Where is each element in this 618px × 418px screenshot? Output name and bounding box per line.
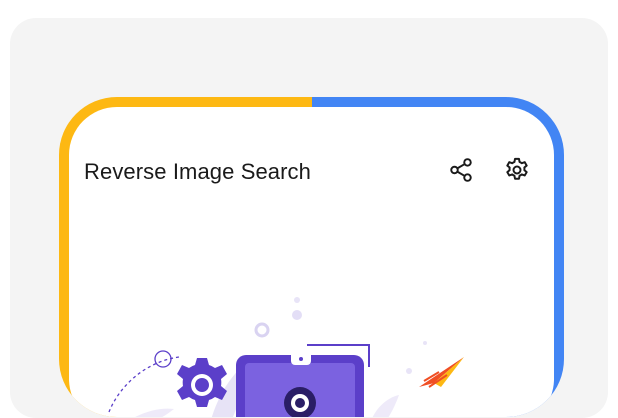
decorative-dot (423, 341, 427, 345)
illustration-phone (236, 355, 364, 417)
decorative-leaf (372, 395, 399, 417)
hero-illustration (108, 297, 464, 417)
decorative-bubble (254, 322, 270, 338)
settings-button[interactable] (500, 153, 534, 187)
gear-icon (506, 157, 528, 180)
paper-plane (419, 357, 464, 388)
app-screen: Reverse Image Search (69, 107, 554, 417)
decorative-leaf (135, 408, 174, 417)
decorative-ring (154, 350, 172, 368)
share-button[interactable] (444, 153, 478, 187)
phone-frame: Reverse Image Search (59, 97, 564, 417)
decorative-bubble (292, 310, 302, 320)
app-title: Reverse Image Search (84, 159, 311, 184)
decorative-bubble (294, 297, 300, 303)
share-icon (450, 158, 472, 182)
decorative-dot (406, 368, 412, 374)
